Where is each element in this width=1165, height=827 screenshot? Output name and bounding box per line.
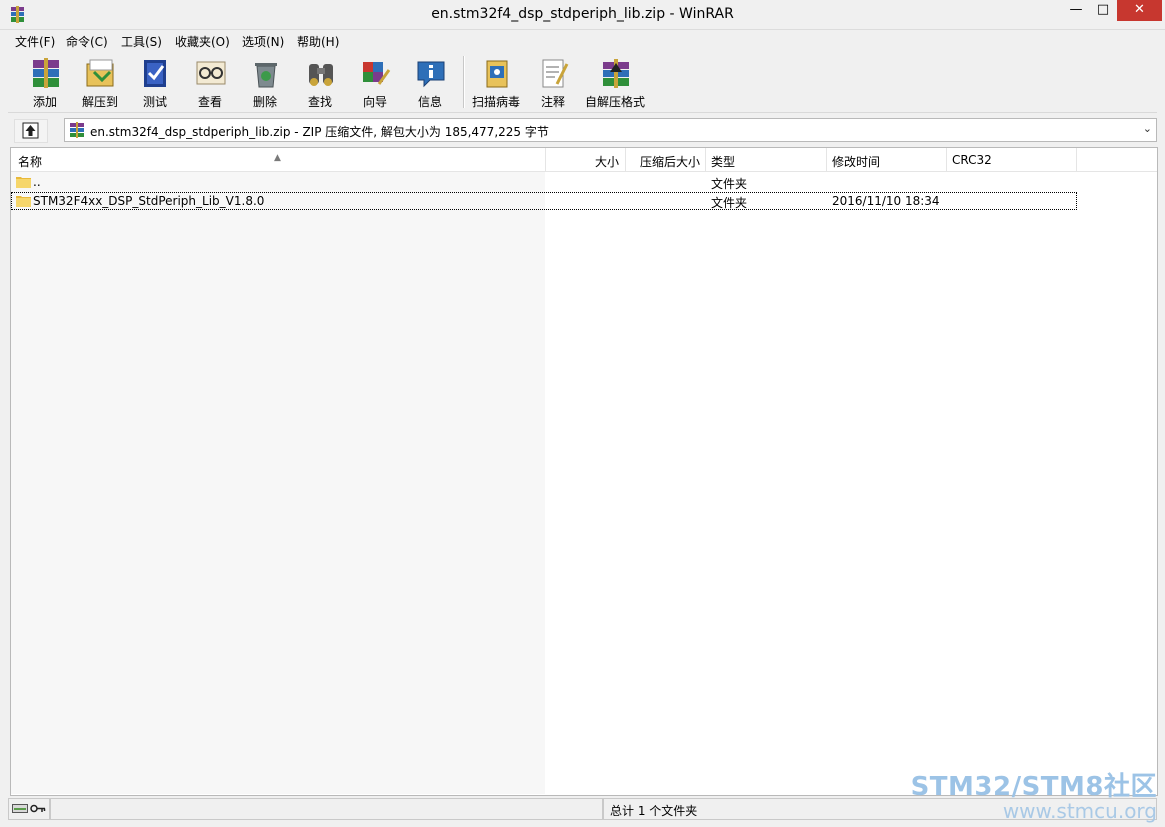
folder-icon	[16, 177, 31, 188]
address-path-text: en.stm32f4_dsp_stdperiph_lib.zip - ZIP 压…	[90, 125, 549, 139]
key-icon[interactable]	[30, 803, 46, 814]
up-folder-button[interactable]	[14, 119, 48, 143]
menu-tools[interactable]: 工具(S)	[121, 33, 162, 50]
table-row-parent-folder[interactable]: .. 文件夹	[11, 173, 1077, 191]
file-list[interactable]: 名称 ▲ 大小 压缩后大小 类型 修改时间 CRC32 .. 文件夹 STM32…	[10, 147, 1158, 796]
column-type-label: 类型	[711, 155, 736, 169]
menu-commands[interactable]: 命令(C)	[66, 33, 108, 50]
delete-button[interactable]: 删除	[238, 52, 292, 110]
virus-scan-button[interactable]: 扫描病毒	[469, 52, 523, 110]
menu-bar: 文件(F) 命令(C) 工具(S) 收藏夹(O) 选项(N) 帮助(H)	[8, 30, 1157, 50]
drive-icon[interactable]	[12, 803, 28, 814]
table-row-stm32f4xx-folder[interactable]: STM32F4xx_DSP_StdPeriph_Lib_V1.8.0 文件夹 2…	[11, 192, 1077, 210]
row-name: ..	[33, 175, 41, 189]
maximize-icon: □	[1096, 2, 1110, 17]
sfx-label: 自解压格式	[584, 95, 645, 109]
column-crc32-label: CRC32	[952, 153, 992, 167]
column-header-modified[interactable]: 修改时间	[827, 148, 947, 171]
menu-file[interactable]: 文件(F)	[15, 33, 55, 50]
address-bar: en.stm32f4_dsp_stdperiph_lib.zip - ZIP 压…	[8, 116, 1157, 143]
info-label: 信息	[417, 95, 442, 109]
column-header-type[interactable]: 类型	[706, 148, 827, 171]
row-type: 文件夹	[711, 177, 748, 191]
view-icon	[196, 61, 226, 85]
status-selection-panel	[50, 798, 603, 820]
test-button[interactable]: 测试	[128, 52, 182, 110]
delete-icon	[255, 63, 277, 88]
extract-to-icon	[86, 59, 114, 87]
winrar-window: en.stm32f4_dsp_stdperiph_lib.zip - WinRA…	[0, 0, 1165, 827]
wizard-button[interactable]: 向导	[348, 52, 402, 110]
row-type: 文件夹	[711, 196, 748, 210]
column-header-crc32[interactable]: CRC32	[947, 148, 1077, 171]
sfx-icon	[603, 59, 629, 88]
comment-button[interactable]: 注释	[526, 52, 580, 110]
info-icon	[417, 61, 445, 88]
find-button[interactable]: 查找	[293, 52, 347, 110]
column-header-size[interactable]: 大小	[546, 148, 626, 171]
info-button[interactable]: 信息	[403, 52, 457, 110]
column-packed-label: 压缩后大小	[639, 155, 700, 169]
row-name: STM32F4xx_DSP_StdPeriph_Lib_V1.8.0	[33, 194, 265, 208]
status-icons-panel	[8, 798, 50, 820]
sort-ascending-icon: ▲	[274, 153, 281, 163]
maximize-button[interactable]: □	[1090, 0, 1116, 21]
watermark: STM32/STM8社区 www.stmcu.org	[911, 766, 1157, 823]
toolbar: 添加 解压到 测试 查看 删除 查找 向导 信息 扫描病毒 注释 自解压格式	[8, 50, 1157, 113]
test-icon	[144, 60, 166, 87]
sfx-button[interactable]: 自解压格式	[585, 52, 645, 110]
close-icon: ✕	[1134, 2, 1145, 17]
menu-options[interactable]: 选项(N)	[242, 33, 284, 50]
virus-scan-icon	[486, 60, 508, 88]
comment-label: 注释	[540, 95, 565, 109]
chevron-down-icon[interactable]: ⌄	[1143, 122, 1152, 135]
wizard-icon	[363, 62, 391, 85]
menu-help[interactable]: 帮助(H)	[297, 33, 339, 50]
column-header-packed[interactable]: 压缩后大小	[626, 148, 706, 171]
close-button[interactable]: ✕	[1117, 0, 1162, 21]
zip-archive-icon	[70, 122, 84, 138]
menu-favorites[interactable]: 收藏夹(O)	[175, 33, 230, 50]
row-modified: 2016/11/10 18:34	[832, 194, 940, 208]
address-path-field[interactable]: en.stm32f4_dsp_stdperiph_lib.zip - ZIP 压…	[64, 118, 1157, 142]
minimize-button[interactable]: —	[1062, 0, 1090, 21]
status-summary-text: 总计 1 个文件夹	[610, 804, 698, 818]
view-button[interactable]: 查看	[183, 52, 237, 110]
column-modified-label: 修改时间	[832, 155, 881, 169]
column-name-label: 名称	[18, 155, 43, 169]
find-icon	[309, 64, 333, 86]
add-archive-icon	[33, 58, 59, 88]
watermark-title: STM32/STM8社区	[910, 772, 1157, 802]
add-button[interactable]: 添加	[18, 52, 72, 110]
window-title: en.stm32f4_dsp_stdperiph_lib.zip - WinRA…	[431, 6, 734, 22]
name-column-shading	[11, 172, 545, 794]
column-header-name[interactable]: 名称 ▲	[11, 148, 546, 171]
minimize-icon: —	[1069, 2, 1083, 17]
column-size-label: 大小	[594, 155, 619, 169]
title-bar[interactable]: en.stm32f4_dsp_stdperiph_lib.zip - WinRA…	[0, 0, 1165, 30]
extract-to-button[interactable]: 解压到	[73, 52, 127, 110]
comment-icon	[542, 59, 569, 88]
up-arrow-icon	[22, 122, 39, 139]
folder-icon	[16, 196, 31, 207]
file-list-header: 名称 ▲ 大小 压缩后大小 类型 修改时间 CRC32	[11, 148, 1157, 172]
